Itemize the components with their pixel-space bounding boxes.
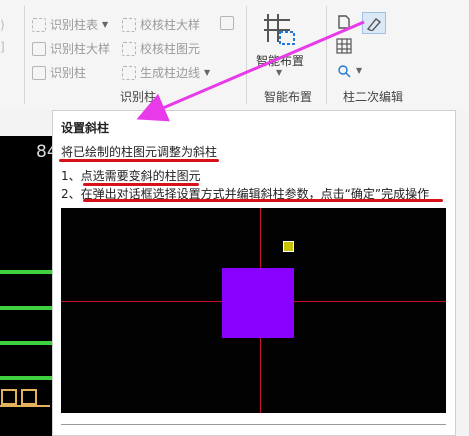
highlight-arrow (136, 20, 365, 122)
